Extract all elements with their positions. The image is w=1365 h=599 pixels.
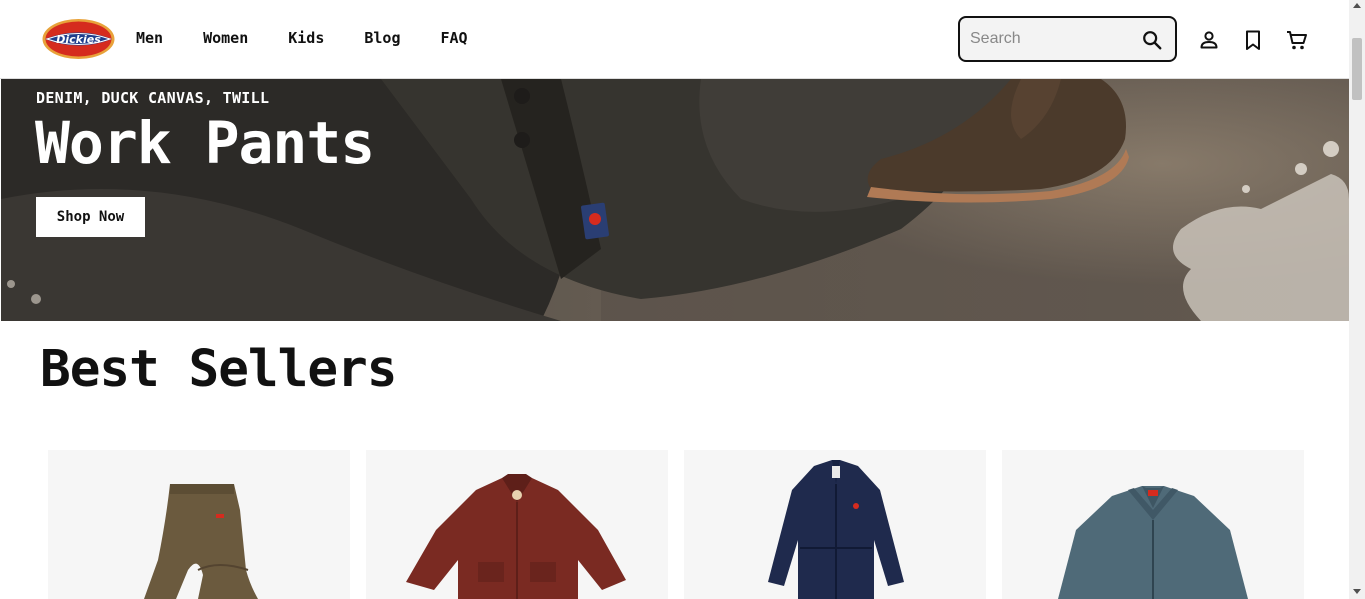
product-card-coverall[interactable] xyxy=(684,450,986,599)
svg-text:Dickies: Dickies xyxy=(56,33,101,46)
search-input[interactable] xyxy=(970,27,1130,51)
nav-faq[interactable]: FAQ xyxy=(441,29,468,47)
product-image xyxy=(406,474,626,599)
bookmark-icon[interactable] xyxy=(1241,28,1265,52)
nav-blog[interactable]: Blog xyxy=(364,29,400,47)
product-image xyxy=(768,460,904,599)
page-scrollbar[interactable] xyxy=(1349,0,1365,599)
best-sellers-title: Best Sellers xyxy=(40,340,397,399)
product-card-pants[interactable] xyxy=(48,450,350,599)
scroll-down-arrow-icon[interactable] xyxy=(1353,589,1361,594)
hero-title: Work Pants xyxy=(35,109,375,177)
dickies-logo[interactable]: Dickies xyxy=(41,18,116,60)
cart-icon[interactable] xyxy=(1285,28,1309,52)
product-card-jacket[interactable] xyxy=(1002,450,1304,599)
scroll-thumb[interactable] xyxy=(1352,38,1362,100)
product-image xyxy=(144,484,258,599)
nav-kids[interactable]: Kids xyxy=(288,29,324,47)
hero-eyebrow: DENIM, DUCK CANVAS, TWILL xyxy=(36,89,270,107)
search-box xyxy=(958,16,1177,62)
product-image xyxy=(1058,486,1248,599)
scroll-up-arrow-icon[interactable] xyxy=(1353,3,1361,8)
hero-banner: DENIM, DUCK CANVAS, TWILL Work Pants Sho… xyxy=(1,79,1349,321)
nav-men[interactable]: Men xyxy=(136,29,163,47)
shop-now-button[interactable]: Shop Now xyxy=(36,197,145,237)
site-header: Dickies Men Women Kids Blog FAQ xyxy=(0,0,1349,79)
search-icon[interactable] xyxy=(1141,29,1163,51)
product-card-shirt[interactable] xyxy=(366,450,668,599)
main-nav: Men Women Kids Blog FAQ xyxy=(136,29,468,47)
nav-women[interactable]: Women xyxy=(203,29,248,47)
user-icon[interactable] xyxy=(1197,28,1221,52)
